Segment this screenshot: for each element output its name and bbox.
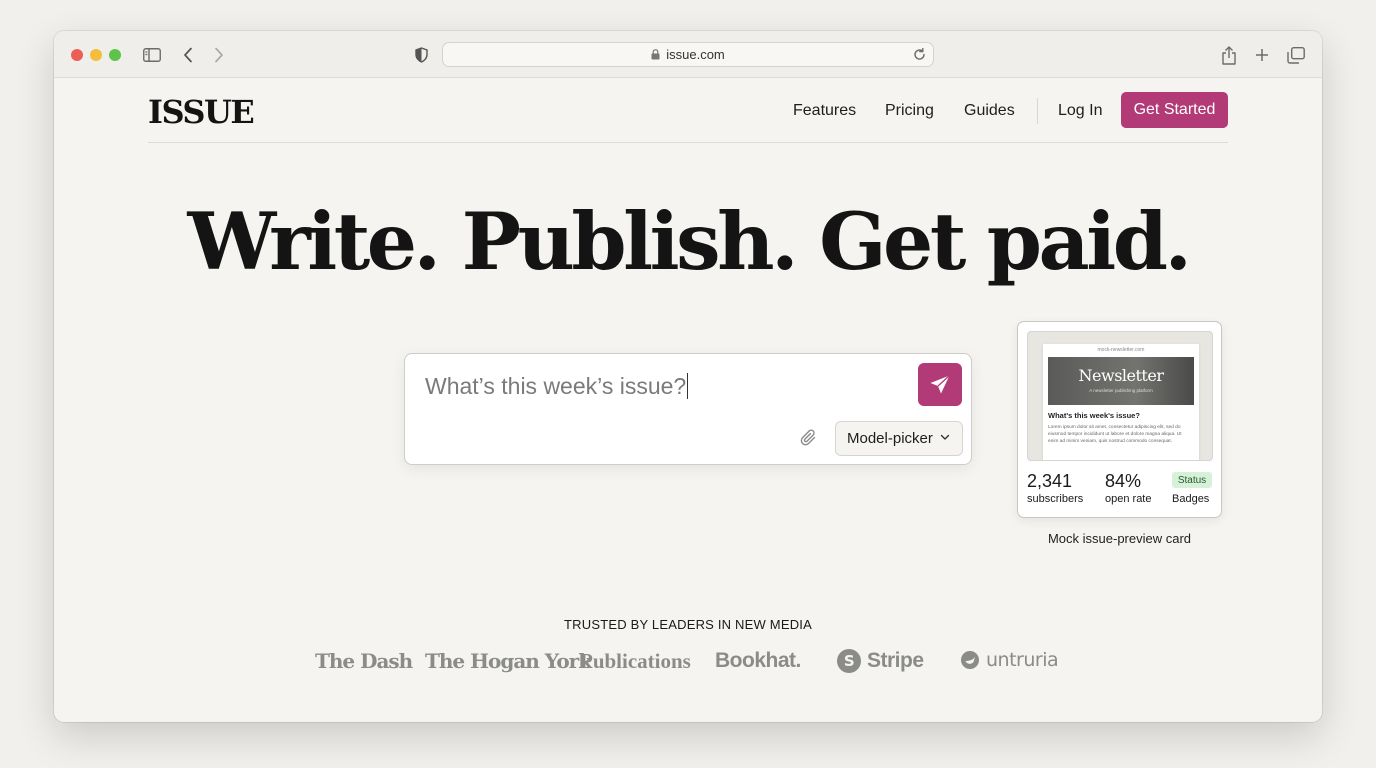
get-started-button[interactable]: Get Started xyxy=(1121,92,1228,128)
logo-the-dash-text: The Dash xyxy=(315,649,413,673)
close-window-button[interactable] xyxy=(71,49,83,61)
composer-input[interactable]: What’s this week’s issue? xyxy=(425,373,689,400)
sidebar-toggle-icon[interactable] xyxy=(140,43,164,67)
newsletter-page: mock-newsletter.com Newsletter A newslet… xyxy=(1043,344,1199,460)
site-logo[interactable]: ISSUE xyxy=(148,93,255,131)
send-icon xyxy=(929,374,951,396)
model-picker-dropdown[interactable]: Model-picker xyxy=(835,421,963,456)
newsletter-title: Newsletter xyxy=(1078,366,1164,385)
page-content: ISSUE Features Pricing Guides Log In Get… xyxy=(54,79,1322,722)
preview-heading: What's this week's issue? xyxy=(1048,411,1140,420)
browser-toolbar: issue.com xyxy=(54,31,1322,78)
preview-card-caption: Mock issue-preview card xyxy=(1047,531,1192,546)
text-caret xyxy=(687,373,689,399)
browser-window: issue.com ISSUE Features Pricing Guides … xyxy=(54,31,1322,722)
trusted-by-heading: TRUSTED BY LEADERS IN NEW MEDIA xyxy=(564,617,812,632)
issue-preview-card: mock-newsletter.com Newsletter A newslet… xyxy=(1017,321,1222,518)
stripe-s-icon: S xyxy=(837,649,861,673)
newsletter-banner: Newsletter A newsletter publishing platf… xyxy=(1048,357,1194,405)
send-button[interactable] xyxy=(918,363,962,406)
untruria-swirl-icon xyxy=(960,650,980,670)
address-bar-url: issue.com xyxy=(666,47,725,62)
chevron-down-icon xyxy=(940,434,950,441)
logo-the-hogan-york-text: The Hogan York xyxy=(425,649,592,673)
lock-icon xyxy=(651,49,660,60)
logo-publications: Publications xyxy=(580,649,691,674)
logo-the-dash: The Dash xyxy=(315,649,413,673)
forward-icon[interactable] xyxy=(207,43,231,67)
logo-stripe-text: Stripe xyxy=(867,649,924,672)
privacy-shield-icon[interactable] xyxy=(409,43,433,67)
newsletter-subtitle: A newsletter publishing platform xyxy=(1089,388,1153,393)
tab-overview-icon[interactable] xyxy=(1284,43,1308,67)
zoom-window-button[interactable] xyxy=(109,49,121,61)
preview-body: Lorem ipsum dolor sit amet, consectetur … xyxy=(1048,425,1182,444)
nav-pricing[interactable]: Pricing xyxy=(885,102,934,120)
back-icon[interactable] xyxy=(176,43,200,67)
header-divider xyxy=(148,142,1228,143)
nav-divider xyxy=(1037,98,1038,124)
logo-bookhat: Bookhat. xyxy=(715,649,801,673)
status-badge: Status xyxy=(1172,472,1212,488)
logo-untruria: untruria xyxy=(960,649,1059,671)
share-icon[interactable] xyxy=(1217,43,1241,67)
reload-icon[interactable] xyxy=(912,47,927,62)
logo-stripe: S Stripe xyxy=(837,649,924,673)
subscribers-label: subscribers xyxy=(1027,493,1084,505)
preview-url: mock-newsletter.com xyxy=(1097,347,1145,353)
new-tab-icon[interactable] xyxy=(1250,43,1274,67)
subscribers-count: 2,341 xyxy=(1027,471,1073,491)
logo-bookhat-text: Bookhat. xyxy=(715,649,801,672)
minimize-window-button[interactable] xyxy=(90,49,102,61)
model-picker-label: Model-picker xyxy=(847,430,933,447)
address-bar[interactable]: issue.com xyxy=(442,42,934,67)
preview-thumbnail: mock-newsletter.com Newsletter A newslet… xyxy=(1027,331,1213,461)
paperclip-icon[interactable] xyxy=(800,428,818,448)
nav-features[interactable]: Features xyxy=(793,102,856,120)
open-rate-label: open rate xyxy=(1105,493,1152,505)
hero-headline: Write. Publish. Get paid. xyxy=(187,195,1193,288)
nav-guides[interactable]: Guides xyxy=(964,102,1015,120)
open-rate-value: 84% xyxy=(1105,471,1142,491)
logo-untruria-text: untruria xyxy=(986,649,1059,671)
logo-publications-text: Publications xyxy=(580,649,691,673)
badges-label: Badges xyxy=(1172,493,1210,505)
issue-composer[interactable]: What’s this week’s issue? Model-picker xyxy=(404,353,972,465)
logo-the-hogan-york: The Hogan York xyxy=(425,649,592,673)
nav-login[interactable]: Log In xyxy=(1058,102,1102,120)
composer-placeholder: What’s this week’s issue? xyxy=(425,373,687,399)
